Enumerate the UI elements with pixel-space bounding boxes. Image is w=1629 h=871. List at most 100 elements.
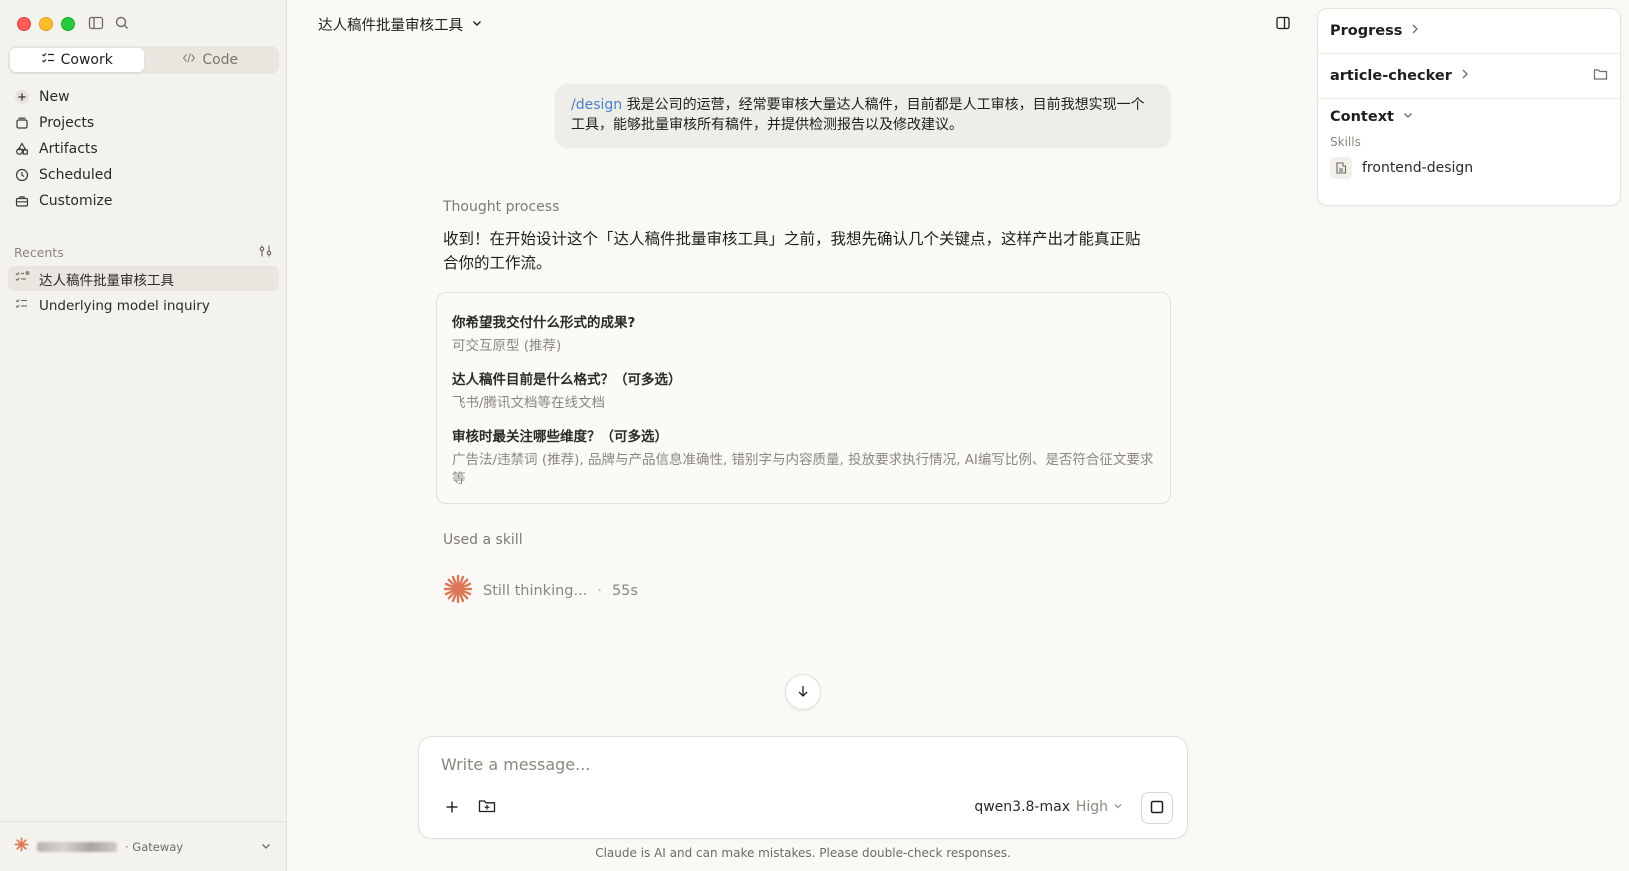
recent-item[interactable]: 达人稿件批量审核工具 [8, 266, 279, 291]
chevron-right-icon [1460, 68, 1470, 84]
qa-item: 达人稿件目前是什么格式？（可多选） 飞书/腾讯文档等在线文档 [452, 368, 1155, 413]
assistant-message: 收到！在开始设计这个「达人稿件批量审核工具」之前，我想先确认几个关键点，这样产出… [443, 230, 1141, 272]
question-text: 你希望我交付什么形式的成果? [452, 315, 636, 331]
folder-plus-icon [478, 798, 496, 818]
shapes-icon [14, 142, 30, 156]
recents-list: 达人稿件批量审核工具 Underlying model inquiry [8, 266, 279, 320]
message-composer: qwen3.8-max High [418, 736, 1188, 839]
user-message-text: 我是公司的运营，经常要审核大量达人稿件，目前都是人工审核，目前我想实现一个工具，… [571, 97, 1145, 133]
mode-cowork-button[interactable]: Cowork [10, 48, 144, 72]
question-text: 达人稿件目前是什么格式？（可多选） [452, 372, 682, 388]
recent-item-label: 达人稿件批量审核工具 [39, 272, 174, 289]
sidebar-item-scheduled[interactable]: Scheduled [8, 162, 279, 188]
chevron-down-icon [471, 17, 483, 33]
qa-item: 审核时最关注哪些维度？（可多选） 广告法/违禁词 (推荐), 品牌与产品信息准确… [452, 425, 1155, 489]
used-skill-toggle[interactable]: Used a skill [443, 532, 523, 548]
question-text: 审核时最关注哪些维度？（可多选） [452, 429, 668, 445]
sidebar-item-projects[interactable]: Projects [8, 110, 279, 136]
sidebar-item-label: New [39, 89, 70, 105]
window-controls [17, 17, 75, 31]
briefcase-icon [14, 194, 30, 208]
thinking-text: Still thinking... [483, 583, 588, 599]
mode-code-label: Code [202, 52, 239, 68]
stop-button[interactable] [1141, 792, 1173, 824]
chevron-down-icon [1402, 109, 1414, 125]
sidebar-item-label: Artifacts [39, 141, 98, 157]
elapsed-time: 55s [611, 583, 638, 599]
sidebar-item-label: Projects [39, 115, 95, 131]
code-icon [182, 51, 196, 69]
sidebar-item-label: Customize [39, 193, 113, 209]
account-menu[interactable]: · Gateway [0, 821, 286, 871]
sidebar-item-label: Scheduled [39, 167, 113, 183]
user-name-redacted [37, 841, 117, 852]
answer-text: 飞书/腾讯文档等在线文档 [452, 395, 606, 411]
skills-label: Skills [1330, 135, 1361, 149]
chevron-down-icon [1113, 799, 1123, 815]
mode-cowork-label: Cowork [60, 52, 113, 68]
mode-code-button[interactable]: Code [144, 48, 278, 72]
thought-process-toggle[interactable]: Thought process [443, 199, 559, 215]
message-input[interactable] [439, 749, 1143, 779]
gateway-label: · Gateway [125, 839, 184, 854]
sidebar-nav: New Projects Artifacts Scheduled Customi… [8, 84, 279, 214]
project-name: article-checker [1330, 68, 1452, 84]
checklist-icon [15, 297, 30, 314]
search-icon[interactable] [114, 15, 130, 31]
skill-name: frontend-design [1362, 160, 1474, 176]
conversation-title-menu[interactable]: 达人稿件批量审核工具 [318, 14, 483, 35]
recents-label: Recents [14, 245, 64, 260]
user-message: /design 我是公司的运营，经常要审核大量达人稿件，目前都是人工审核，目前我… [555, 84, 1171, 148]
sidebar-toggle-icon[interactable] [88, 15, 104, 31]
context-label: Context [1330, 109, 1394, 125]
arrow-down-icon [796, 683, 810, 702]
context-section: Context Skills frontend-design [1318, 99, 1620, 179]
skill-item[interactable]: frontend-design [1330, 157, 1608, 179]
conversation-title: 达人稿件批量审核工具 [318, 18, 463, 34]
minimize-window-button[interactable] [39, 17, 53, 31]
progress-label: Progress [1330, 23, 1403, 39]
clock-icon [14, 168, 30, 182]
answer-text: 可交互原型 (推荐) [452, 338, 562, 354]
maximize-window-button[interactable] [61, 17, 75, 31]
answer-text: 广告法/违禁词 (推荐), 品牌与产品信息准确性, 错别字与内容质量, 投放要求… [452, 452, 1154, 487]
skill-document-icon [1330, 157, 1352, 179]
filter-icon[interactable] [258, 244, 273, 261]
right-panel-toggle-icon[interactable] [1275, 15, 1291, 35]
add-attachment-button[interactable] [439, 795, 465, 821]
context-panel: Progress article-checker Context Skills … [1317, 8, 1621, 206]
sidebar: Cowork Code New Projects Artifacts Sched… [0, 0, 287, 871]
claude-spinner-icon [443, 574, 473, 608]
mode-toggle: Cowork Code [8, 46, 279, 74]
model-selector[interactable]: qwen3.8-max [974, 799, 1070, 815]
plus-icon [445, 799, 459, 818]
stop-icon [1150, 799, 1164, 818]
disclaimer-text: Claude is AI and can make mistakes. Plea… [595, 846, 1011, 860]
sidebar-item-new[interactable]: New [8, 84, 279, 110]
recent-item-label: Underlying model inquiry [39, 297, 210, 314]
effort-selector[interactable]: High [1076, 799, 1123, 815]
project-section[interactable]: article-checker [1318, 54, 1620, 99]
claude-logo-icon [14, 837, 29, 856]
thinking-status: Still thinking... · 55s [443, 574, 638, 608]
checklist-icon [41, 51, 55, 69]
thinking-separator: · [597, 583, 602, 599]
folder-icon [14, 116, 30, 130]
recent-item[interactable]: Underlying model inquiry [8, 293, 279, 318]
close-window-button[interactable] [17, 17, 31, 31]
scroll-to-bottom-button[interactable] [785, 674, 821, 710]
sidebar-item-customize[interactable]: Customize [8, 188, 279, 214]
effort-label: High [1075, 799, 1108, 815]
chevron-right-icon [1410, 23, 1420, 39]
add-folder-button[interactable] [474, 795, 500, 821]
question-answer-card: 你希望我交付什么形式的成果? 可交互原型 (推荐) 达人稿件目前是什么格式？（可… [436, 292, 1171, 504]
chevron-down-icon [260, 837, 272, 856]
progress-section[interactable]: Progress [1318, 9, 1620, 54]
folder-icon[interactable] [1593, 67, 1608, 85]
qa-item: 你希望我交付什么形式的成果? 可交互原型 (推荐) [452, 311, 1155, 356]
context-header[interactable]: Context [1330, 109, 1608, 125]
sidebar-item-artifacts[interactable]: Artifacts [8, 136, 279, 162]
slash-command[interactable]: /design [571, 97, 622, 113]
plus-icon [14, 89, 30, 105]
recents-header: Recents [14, 244, 273, 261]
